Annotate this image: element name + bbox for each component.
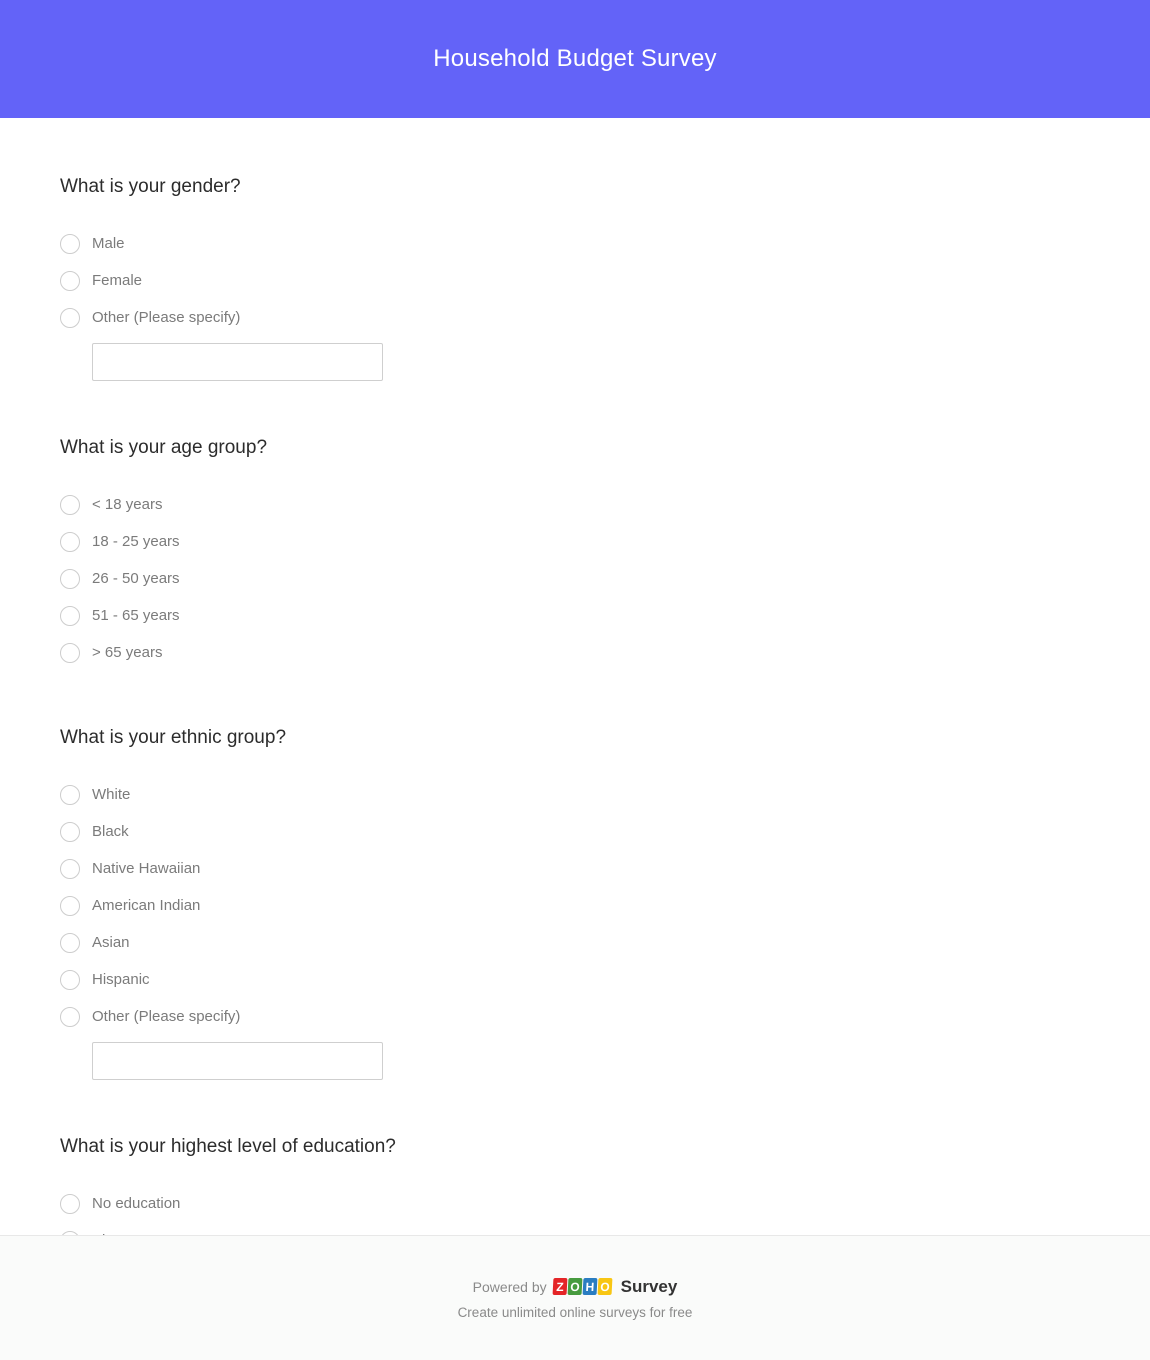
option-label: 18 - 25 years [92, 532, 180, 550]
option-label: Black [92, 822, 129, 840]
other-input-wrapper [60, 1035, 1090, 1080]
radio-option[interactable]: White [60, 776, 1090, 813]
question-title: What is your gender? [60, 176, 241, 197]
radio-button-icon[interactable] [60, 494, 80, 515]
option-label: Other (Please specify) [92, 308, 241, 326]
radio-option[interactable]: No education [60, 1185, 1090, 1222]
radio-option[interactable]: Other (Please specify) [60, 998, 1090, 1035]
options-list: No education Elementary [60, 1185, 1090, 1235]
option-label: Other (Please specify) [92, 1007, 241, 1025]
radio-button-icon[interactable] [60, 784, 80, 805]
option-label: > 65 years [92, 643, 163, 661]
option-label: Native Hawaiian [92, 859, 201, 877]
other-input-wrapper [60, 336, 1090, 381]
radio-button-icon[interactable] [60, 531, 80, 552]
product-name-label: Survey [620, 1276, 678, 1296]
question-block: What is your gender? Male Female Other (Ple… [0, 118, 1150, 381]
options-list: Male Female Other (Please specify) [60, 225, 1090, 381]
questions-container: What is your gender? Male Female Other (Ple… [0, 118, 1150, 1235]
option-label: 26 - 50 years [92, 569, 180, 587]
radio-option[interactable]: Male [60, 225, 1090, 262]
radio-button-icon[interactable] [60, 568, 80, 589]
survey-footer: Powered by ZOHO Survey Create unlimited … [0, 1235, 1150, 1360]
radio-button-icon[interactable] [60, 895, 80, 916]
radio-option[interactable]: > 65 years [60, 634, 1090, 671]
radio-option[interactable]: 18 - 25 years [60, 523, 1090, 560]
option-label: 51 - 65 years [92, 606, 180, 624]
radio-button-icon[interactable] [60, 1006, 80, 1027]
question-block: What is your highest level of education?… [0, 1135, 1150, 1235]
radio-option[interactable]: Female [60, 262, 1090, 299]
question-block: What is your ethnic group? White Black Nati… [0, 726, 1150, 1080]
radio-button-icon[interactable] [60, 858, 80, 879]
radio-button-icon[interactable] [60, 605, 80, 626]
page-title: Household Budget Survey [433, 45, 717, 72]
options-list: < 18 years 18 - 25 years 26 - 50 years 51 -… [60, 486, 1090, 671]
zoho-logo-tile: O [567, 1278, 583, 1295]
radio-button-icon[interactable] [60, 932, 80, 953]
radio-button-icon[interactable] [60, 969, 80, 990]
question-block: What is your age group? < 18 years 18 - 25… [0, 436, 1150, 671]
radio-option[interactable]: Asian [60, 924, 1090, 961]
option-label: Asian [92, 933, 130, 951]
option-label: No education [92, 1194, 181, 1212]
question-title: What is your highest level of education? [60, 1136, 396, 1157]
radio-option[interactable]: Black [60, 813, 1090, 850]
zoho-logo-icon[interactable]: ZOHO [552, 1278, 613, 1295]
radio-button-icon[interactable] [60, 270, 80, 291]
survey-body: What is your gender? Male Female Other (Ple… [0, 118, 1150, 1235]
radio-option[interactable]: 26 - 50 years [60, 560, 1090, 597]
radio-option[interactable]: Elementary [60, 1222, 1090, 1235]
powered-by-row: Powered by ZOHO Survey [473, 1277, 678, 1297]
other-specify-input[interactable] [92, 1042, 383, 1080]
option-label: Female [92, 271, 143, 289]
radio-option[interactable]: 51 - 65 years [60, 597, 1090, 634]
radio-button-icon[interactable] [60, 1193, 80, 1214]
footer-tagline: Create unlimited online surveys for free [457, 1304, 693, 1320]
zoho-logo-tile: H [582, 1278, 598, 1295]
radio-option[interactable]: Native Hawaiian [60, 850, 1090, 887]
zoho-logo-tile: O [597, 1278, 613, 1295]
radio-button-icon[interactable] [60, 642, 80, 663]
option-label: White [92, 785, 131, 803]
zoho-logo-tile: Z [552, 1278, 568, 1295]
powered-by-label: Powered by [472, 1278, 547, 1295]
radio-option[interactable]: American Indian [60, 887, 1090, 924]
survey-header: Household Budget Survey [0, 0, 1150, 118]
radio-button-icon[interactable] [60, 233, 80, 254]
options-list: White Black Native Hawaiian American Indian… [60, 776, 1090, 1080]
question-title: What is your age group? [60, 437, 268, 458]
option-label: Hispanic [92, 970, 150, 988]
radio-button-icon[interactable] [60, 821, 80, 842]
question-title: What is your ethnic group? [60, 727, 287, 748]
option-label: Male [92, 234, 125, 252]
option-label: < 18 years [92, 495, 163, 513]
radio-button-icon[interactable] [60, 307, 80, 328]
radio-option[interactable]: < 18 years [60, 486, 1090, 523]
option-label: American Indian [92, 896, 201, 914]
radio-option[interactable]: Hispanic [60, 961, 1090, 998]
other-specify-input[interactable] [92, 343, 383, 381]
radio-option[interactable]: Other (Please specify) [60, 299, 1090, 336]
